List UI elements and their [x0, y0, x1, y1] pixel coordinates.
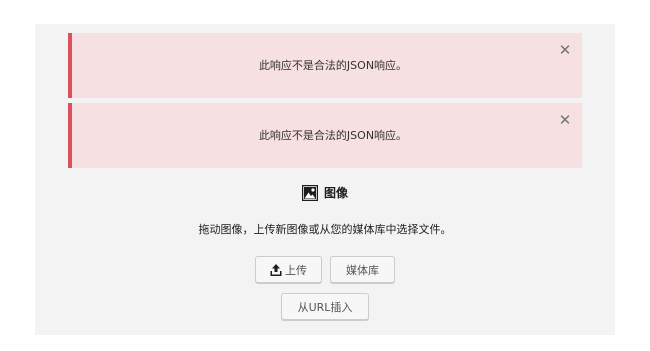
media-library-button[interactable]: 媒体库 [330, 256, 396, 283]
upload-button-label: 上传 [284, 263, 307, 277]
block-title-label: 图像 [323, 186, 348, 200]
close-icon[interactable]: ✕ [558, 113, 572, 128]
notice-message: 此响应不是合法的JSON响应。 [258, 129, 408, 142]
insert-from-url-button-label: 从URL插入 [297, 300, 353, 314]
button-row: 从URL插入 [35, 293, 615, 320]
notice-message: 此响应不是合法的JSON响应。 [258, 59, 408, 72]
upload-icon [270, 263, 282, 276]
upload-button[interactable]: 上传 [254, 256, 322, 283]
image-icon [301, 184, 318, 201]
error-notice: 此响应不是合法的JSON响应。 ✕ [68, 103, 582, 168]
block-instructions: 拖动图像，上传新图像或从您的媒体库中选择文件。 [198, 223, 452, 236]
insert-from-url-button[interactable]: 从URL插入 [281, 293, 369, 320]
error-notice: 此响应不是合法的JSON响应。 ✕ [68, 33, 582, 98]
media-library-button-label: 媒体库 [346, 263, 380, 277]
block-title: 图像 [35, 184, 615, 204]
close-icon[interactable]: ✕ [558, 43, 572, 58]
image-block-placeholder: 此响应不是合法的JSON响应。 ✕ 此响应不是合法的JSON响应。 ✕ 图像 拖… [35, 24, 615, 335]
button-row: 上传 媒体库 [35, 256, 615, 283]
